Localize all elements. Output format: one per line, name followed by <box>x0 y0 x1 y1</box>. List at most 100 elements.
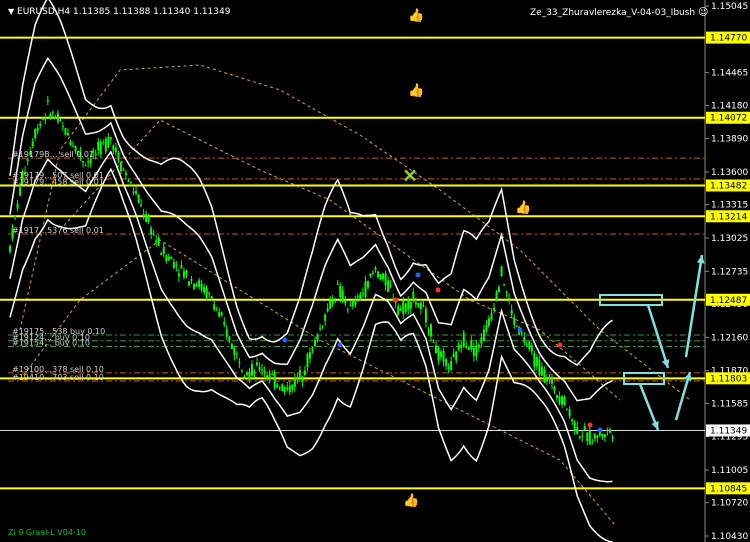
axis-tick-label: 1.15045 <box>711 2 748 12</box>
candle-body <box>36 127 39 131</box>
candle-body <box>568 409 571 417</box>
candle-body <box>480 337 483 344</box>
candle-body <box>397 306 400 315</box>
order-label: #19410…703 sell 0.10 <box>12 373 104 382</box>
candle-body <box>359 294 362 300</box>
level-price-label: 1.13482 <box>710 181 747 191</box>
symbol-info-bar: ▼ EURUSD,H4 1.11385 1.11388 1.11340 1.11… <box>8 7 230 17</box>
candle-body <box>117 152 120 161</box>
axis-tick-label: 1.10430 <box>711 532 748 542</box>
chart-window[interactable]: 1.15045 1.14465 1.14180 1.13890 1.13600 1.133… <box>0 0 750 542</box>
candle-body <box>220 312 223 316</box>
candle-body <box>477 344 480 347</box>
candle-body <box>14 215 17 218</box>
arrow-down-1 <box>646 304 670 369</box>
candle-body <box>288 385 291 393</box>
smiley-icon[interactable]: ☺ <box>698 7 708 18</box>
candle-body <box>556 394 559 399</box>
candle-body <box>137 194 140 203</box>
signal-dot <box>337 342 343 348</box>
level-price-label: 1.10845 <box>710 484 747 494</box>
candle-body <box>581 435 584 437</box>
candle-body <box>31 141 34 146</box>
candle-body <box>462 332 465 347</box>
candle-body <box>414 302 417 305</box>
candle-body <box>155 240 158 243</box>
candle-body <box>523 337 526 343</box>
order-label: #1917…5376 sell 0.01 <box>12 226 104 235</box>
candle-body <box>107 136 110 148</box>
candle-body <box>485 325 488 332</box>
candle-body <box>72 145 75 147</box>
candle-body <box>341 290 344 303</box>
candle-body <box>548 377 551 379</box>
candle-body <box>402 300 405 314</box>
candle-body <box>19 187 22 196</box>
candle-body <box>545 379 548 382</box>
candle-body <box>576 427 579 434</box>
candle-body <box>230 343 233 350</box>
thumbs-up-icon: 👍 <box>403 492 419 508</box>
candle-body <box>130 181 132 183</box>
candle-body <box>172 262 175 269</box>
candle-body <box>563 396 566 406</box>
candle-body <box>51 111 54 113</box>
candle-body <box>145 214 148 222</box>
candle-body <box>286 387 289 390</box>
candle-body <box>372 272 374 274</box>
candle-body <box>329 300 332 309</box>
candle-body <box>382 273 385 280</box>
dropdown-triangle-icon[interactable]: ▼ <box>8 7 14 16</box>
candle-body <box>276 384 279 388</box>
candle-body <box>331 298 334 305</box>
candle-body <box>218 311 221 317</box>
candle-body <box>119 161 122 172</box>
arrow-up-2 <box>684 254 704 358</box>
candle-body <box>243 375 246 377</box>
candle-body <box>354 299 357 305</box>
candle-body <box>442 350 445 362</box>
candle-body <box>87 161 90 163</box>
candle-body <box>566 408 569 410</box>
candle-body <box>588 430 591 445</box>
candle-body <box>203 287 206 293</box>
candle-body <box>150 227 153 235</box>
candle-body <box>487 318 490 326</box>
candle-body <box>429 324 432 337</box>
candle-body <box>314 340 317 347</box>
candle-body <box>525 344 528 346</box>
price-chart[interactable]: 1.15045 1.14465 1.14180 1.13890 1.13600 1.133… <box>0 0 750 542</box>
candle-body <box>210 296 213 299</box>
candle-body <box>593 433 596 439</box>
candle-body <box>409 301 412 309</box>
candle-body <box>213 304 216 310</box>
candle-body <box>543 369 546 383</box>
candle-body <box>475 345 478 357</box>
signal-dot <box>282 337 288 343</box>
candle-body <box>389 285 392 287</box>
candle-body <box>500 266 503 277</box>
candle-body <box>56 113 59 122</box>
signal-dot <box>393 297 399 303</box>
candle-body <box>510 310 513 315</box>
candle-body <box>112 145 115 151</box>
arrow-down-1-head <box>661 359 670 368</box>
signal-dot <box>517 327 523 333</box>
candle-body <box>550 378 553 384</box>
thumbs-up-icon: 👍 <box>408 8 424 24</box>
candle-body <box>278 387 281 389</box>
candle-body <box>399 308 402 310</box>
candle-body <box>417 302 420 307</box>
candle-body <box>424 308 427 323</box>
candle-body <box>235 353 238 355</box>
candle-body <box>89 159 92 164</box>
candle-body <box>533 353 536 367</box>
candle-body <box>472 347 475 356</box>
candle-body <box>528 341 531 350</box>
candle-body <box>69 142 72 146</box>
indicator-name: Zi 9 Graal-L V04-10 <box>8 528 86 537</box>
candle-body <box>266 375 269 378</box>
candle-body <box>94 153 97 156</box>
candle-body <box>263 371 266 373</box>
candle-body <box>127 180 130 183</box>
